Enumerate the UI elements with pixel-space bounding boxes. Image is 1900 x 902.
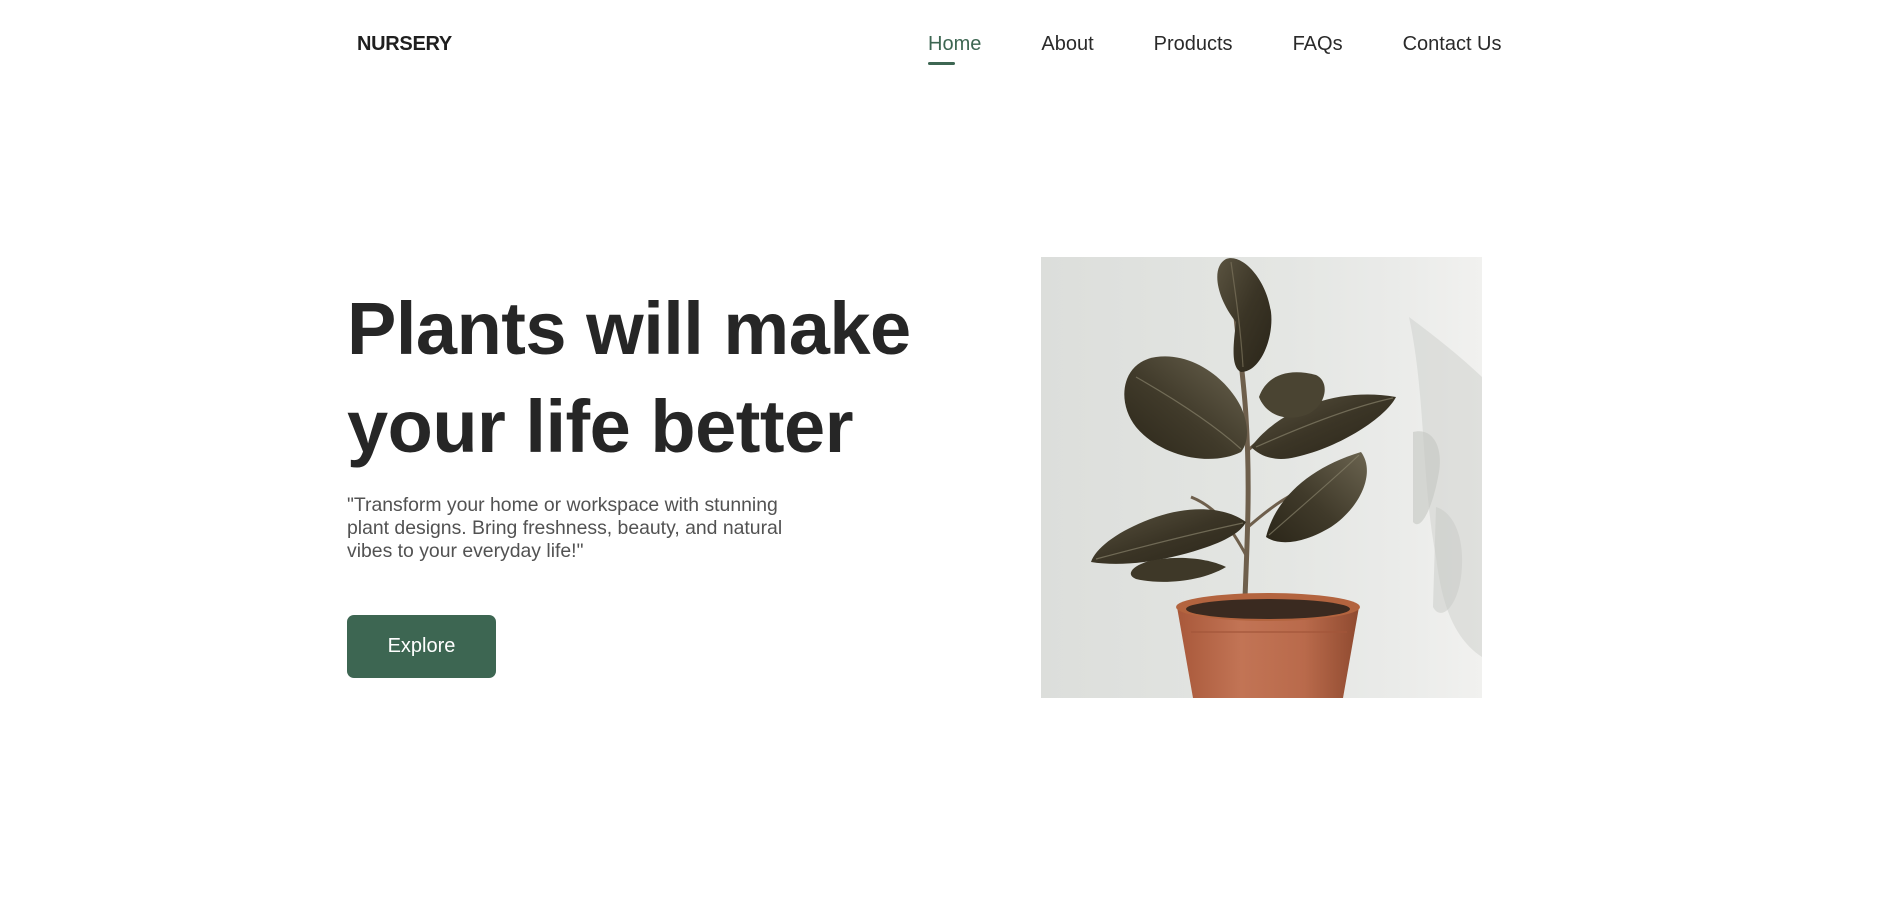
main-nav: Home About Products FAQs Contact Us xyxy=(928,33,1502,65)
nav-contact-us[interactable]: Contact Us xyxy=(1403,33,1502,56)
hero-title-line-2: your life better xyxy=(347,385,854,468)
page: NURSERY Home About Products FAQs Contact… xyxy=(0,0,1900,902)
hero-description: "Transform your home or workspace with s… xyxy=(347,494,783,562)
nav-about[interactable]: About xyxy=(1041,33,1093,56)
plant-image xyxy=(1041,257,1482,698)
hero-title-line-1: Plants will make xyxy=(347,287,911,370)
hero-title: Plants will make your life better xyxy=(347,280,987,476)
logo[interactable]: NURSERY xyxy=(357,33,452,56)
nav-faqs[interactable]: FAQs xyxy=(1293,33,1343,56)
explore-button[interactable]: Explore xyxy=(347,615,496,678)
nav-products[interactable]: Products xyxy=(1154,33,1233,56)
nav-home[interactable]: Home xyxy=(928,33,981,65)
site-header: NURSERY Home About Products FAQs Contact… xyxy=(0,0,1900,90)
